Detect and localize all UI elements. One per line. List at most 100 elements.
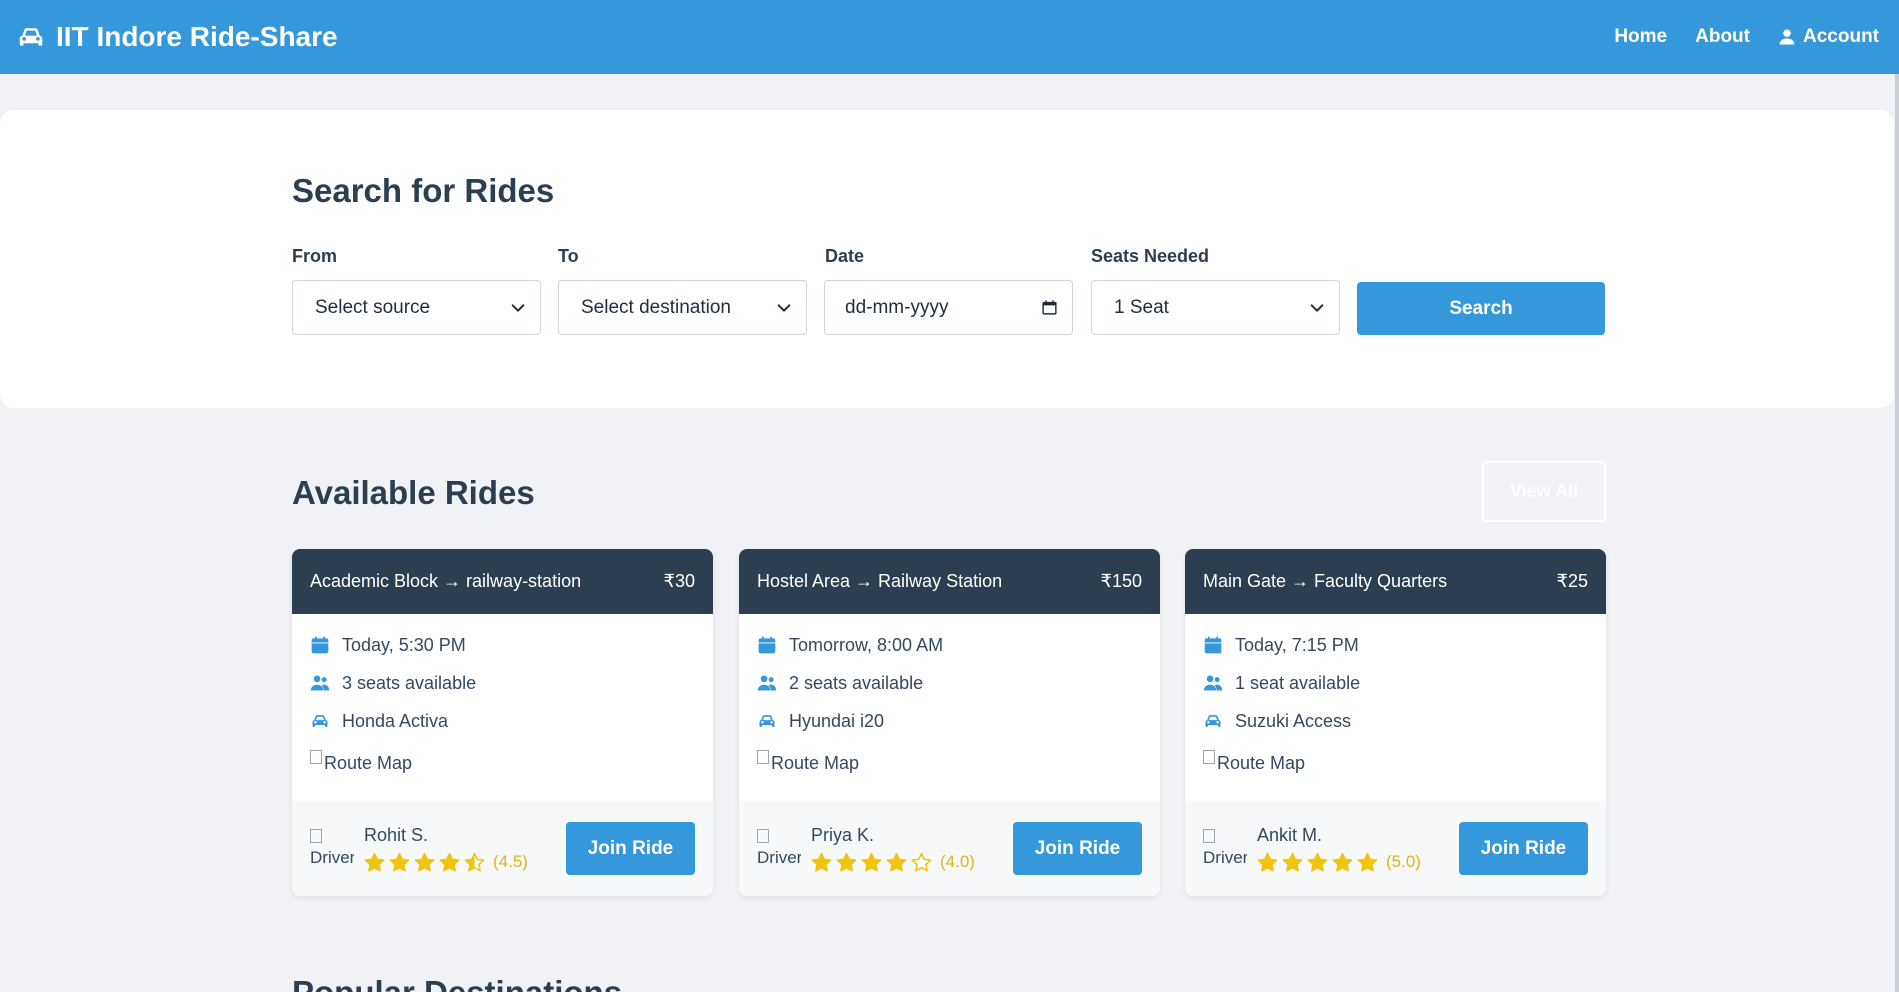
ride-seats: 1 seat available [1235,672,1361,693]
star-full-icon [811,852,832,872]
ride-vehicle: Hyundai i20 [789,710,885,731]
route-map-image: Route Map [757,740,1142,786]
ride-card-footer: Driver Ankit M. (5.0) Join Ride [1185,801,1606,896]
seats-select-value: 1 Seat [1114,296,1169,318]
ride-seats-row: 2 seats available [757,664,1142,702]
broken-image-icon [757,750,769,764]
star-empty-icon [911,852,932,872]
rating-value: (5.0) [1386,852,1421,871]
from-label: From [292,246,337,266]
driver-avatar-alt: Driver [757,847,801,867]
driver-name: Priya K. [811,824,875,845]
driver-name: Ankit M. [1257,824,1323,845]
seats-select[interactable]: 1 Seat [1091,280,1340,335]
driver-info: Driver Rohit S. (4.5) [310,825,528,873]
brand-title: IIT Indore Ride-Share [56,21,338,52]
ride-vehicle: Honda Activa [342,710,449,731]
driver-avatar-alt: Driver [310,847,354,867]
driver-rating: (4.0) [811,852,975,873]
star-full-icon [1357,852,1378,872]
user-icon [1778,28,1796,46]
from-select-value: Select source [315,296,431,318]
driver-avatar-alt: Driver [1203,847,1247,867]
ride-card-footer: Driver Priya K. (4.0) Join Ride [739,801,1160,896]
ride-seats-row: 3 seats available [310,664,695,702]
ride-card: Academic Block → railway-station ₹30 Tod… [292,549,713,896]
star-full-icon [414,852,435,872]
ride-card: Main Gate → Faculty Quarters ₹25 Today, … [1185,549,1606,896]
ride-vehicle: Suzuki Access [1235,710,1352,731]
search-button[interactable]: Search [1357,282,1605,335]
ride-card-header: Hostel Area → Railway Station ₹150 [739,549,1160,614]
route-map-alt: Route Map [324,752,413,773]
driver-avatar: Driver [310,828,354,869]
broken-image-icon [1203,750,1215,764]
calendar-icon [310,635,330,655]
brand-link[interactable]: IIT Indore Ride-Share [16,21,338,53]
chevron-down-icon [776,300,792,316]
driver-info: Driver Ankit M. (5.0) [1203,825,1421,873]
search-title: Search for Rides [292,172,555,209]
ride-seats: 3 seats available [342,672,477,693]
ride-card: Hostel Area → Railway Station ₹150 Tomor… [739,549,1160,896]
car-icon [16,22,46,52]
driver-avatar: Driver [1203,828,1247,869]
calendar-icon[interactable] [1041,299,1058,316]
ride-vehicle-row: Hyundai i20 [757,702,1142,740]
ride-card-body: Today, 7:15 PM 1 seat available Suzuki A… [1185,614,1606,801]
date-input[interactable]: dd-mm-yyyy [824,280,1073,335]
available-rides-title: Available Rides [292,474,535,511]
driver-details: Ankit M. (5.0) [1257,825,1421,873]
driver-rating: (5.0) [1257,852,1421,873]
star-full-icon [364,852,385,872]
users-icon [757,673,777,693]
ride-vehicle-row: Suzuki Access [1203,702,1588,740]
join-ride-button[interactable]: Join Ride [566,822,695,875]
page-scrollbar[interactable] [1895,74,1899,992]
calendar-icon [1203,635,1223,655]
join-ride-button[interactable]: Join Ride [1459,822,1588,875]
chevron-down-icon [1309,300,1325,316]
broken-image-icon [1203,828,1215,843]
broken-image-icon [310,750,322,764]
users-icon [310,673,330,693]
seats-label: Seats Needed [1091,246,1210,266]
to-label: To [558,246,579,266]
from-select[interactable]: Select source [292,280,541,335]
to-select-value: Select destination [581,296,731,318]
rating-value: (4.0) [940,852,975,871]
to-select[interactable]: Select destination [558,280,807,335]
nav-home-link[interactable]: Home [1614,26,1667,48]
popular-destinations-title: Popular Destinations [292,974,622,992]
ride-time: Today, 5:30 PM [342,634,466,655]
star-full-icon [861,852,882,872]
star-full-icon [389,852,410,872]
users-icon [1203,673,1223,693]
search-panel: Search for Rides From Select source To S… [0,110,1894,408]
ride-route: Hostel Area → Railway Station [757,571,1003,591]
car-icon [1203,711,1223,731]
star-group [1257,852,1378,873]
driver-info: Driver Priya K. (4.0) [757,825,975,873]
calendar-icon [757,635,777,655]
star-full-icon [1282,852,1303,872]
ride-card-body: Tomorrow, 8:00 AM 2 seats available Hyun… [739,614,1160,801]
nav-account-link[interactable]: Account [1778,26,1879,48]
broken-image-icon [310,828,322,843]
ride-seats: 2 seats available [789,672,924,693]
ride-card-header: Academic Block → railway-station ₹30 [292,549,713,614]
route-map-image: Route Map [1203,740,1588,786]
star-full-icon [1307,852,1328,872]
driver-details: Rohit S. (4.5) [364,825,528,873]
star-full-icon [886,852,907,872]
nav-about-link[interactable]: About [1695,26,1750,48]
ride-time: Tomorrow, 8:00 AM [789,634,944,655]
ride-card-footer: Driver Rohit S. (4.5) Join Ride [292,801,713,896]
nav-links: Home About Account [1614,26,1879,48]
view-all-button[interactable]: View All [1482,461,1606,522]
rating-value: (4.5) [493,852,528,871]
route-map-alt: Route Map [1217,752,1306,773]
driver-details: Priya K. (4.0) [811,825,975,873]
ride-route: Academic Block → railway-station [310,571,582,591]
join-ride-button[interactable]: Join Ride [1013,822,1142,875]
